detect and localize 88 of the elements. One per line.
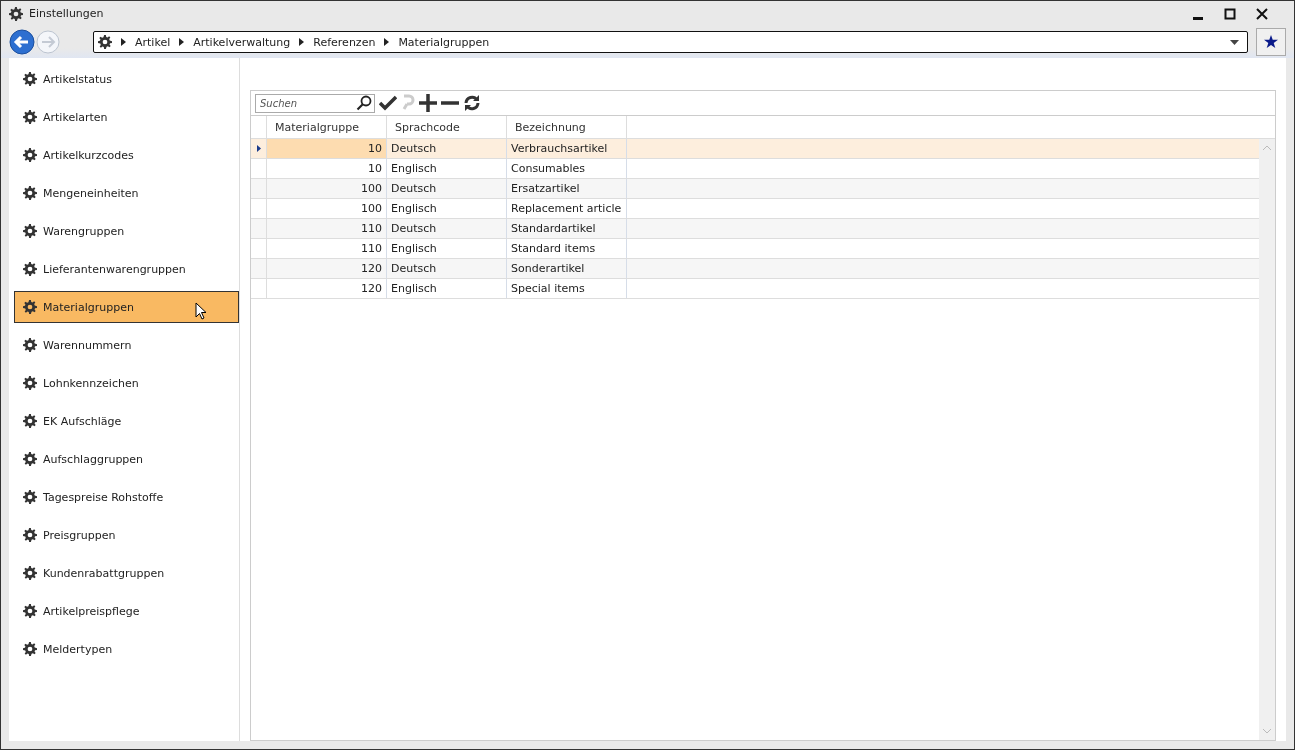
mouse-pointer-icon: [195, 302, 207, 320]
table-cell: Englisch: [387, 199, 507, 218]
sidebar-item[interactable]: Artikelpreispflege: [14, 595, 239, 627]
breadcrumb-item[interactable]: Referenzen: [313, 35, 376, 49]
sidebar-item[interactable]: Materialgruppen: [14, 291, 239, 323]
table-cell: Consumables: [507, 159, 627, 178]
star-icon: [1264, 35, 1278, 49]
table-cell: Deutsch: [387, 219, 507, 238]
column-header[interactable]: Bezeichnung: [507, 116, 627, 138]
chevron-right-icon: [384, 38, 390, 46]
gear-icon: [23, 414, 37, 428]
breadcrumb-bar[interactable]: Artikel Artikelverwaltung Referenzen Materialgruppen: [93, 31, 1248, 53]
sidebar-item[interactable]: Warengruppen: [14, 215, 239, 247]
search-field[interactable]: Suchen: [255, 93, 375, 113]
maximize-icon[interactable]: [1224, 7, 1236, 20]
chevron-right-icon: [121, 38, 126, 46]
sidebar-item[interactable]: Warennummern: [14, 329, 239, 361]
sidebar-item[interactable]: Kundenrabattgruppen: [14, 557, 239, 589]
table-cell: Englisch: [387, 239, 507, 258]
gear-icon: [23, 376, 37, 390]
table-cell: 120: [267, 279, 387, 298]
column-header[interactable]: Sprachcode: [387, 116, 507, 138]
sidebar-item[interactable]: EK Aufschläge: [14, 405, 239, 437]
gear-icon: [23, 300, 37, 314]
table-cell: Verbrauchsartikel: [507, 139, 627, 158]
table-row[interactable]: 110 Deutsch Standardartikel: [251, 219, 1259, 239]
sidebar-item[interactable]: Aufschlaggruppen: [14, 443, 239, 475]
breadcrumb-item[interactable]: Artikelverwaltung: [193, 35, 291, 49]
row-pointer-icon: [256, 145, 261, 152]
table-cell: Replacement article: [507, 199, 627, 218]
table-row[interactable]: 120 Englisch Special items: [251, 279, 1259, 299]
gear-icon: [23, 72, 37, 86]
gear-icon: [23, 338, 37, 352]
gear-icon: [23, 452, 37, 466]
sidebar-item[interactable]: Meldertypen: [14, 633, 239, 665]
chevron-right-icon: [179, 38, 185, 46]
table-row[interactable]: 100 Deutsch Ersatzartikel: [251, 179, 1259, 199]
sidebar-item[interactable]: Lohnkennzeichen: [14, 367, 239, 399]
sidebar-item[interactable]: Lieferantenwarengruppen: [14, 253, 239, 285]
table-cell: 100: [267, 179, 387, 198]
table-row[interactable]: 120 Deutsch Sonderartikel: [251, 259, 1259, 279]
gear-icon: [23, 262, 37, 276]
sidebar-item[interactable]: Tagespreise Rohstoffe: [14, 481, 239, 513]
chevron-right-icon: [299, 38, 305, 46]
plus-icon[interactable]: [419, 94, 437, 112]
table-cell: 10: [267, 139, 387, 158]
table-cell: 110: [267, 239, 387, 258]
sidebar-item[interactable]: Artikelkurzcodes: [14, 139, 239, 171]
gear-icon: [23, 110, 37, 124]
favorite-button[interactable]: [1256, 28, 1286, 56]
table-cell: Deutsch: [387, 259, 507, 278]
table-cell: 110: [267, 219, 387, 238]
search-icon[interactable]: [356, 94, 372, 111]
breadcrumb-gear-icon: [98, 35, 112, 49]
gear-icon: [23, 528, 37, 542]
gear-icon: [23, 604, 37, 618]
table-cell: 100: [267, 199, 387, 218]
breadcrumb-item[interactable]: Artikel: [135, 35, 171, 49]
sidebar-item[interactable]: Preisgruppen: [14, 519, 239, 551]
gear-icon: [23, 490, 37, 504]
table-cell: Deutsch: [387, 139, 507, 158]
refresh-icon[interactable]: [463, 94, 481, 112]
gear-icon: [23, 224, 37, 238]
close-icon[interactable]: [1256, 7, 1268, 20]
sidebar-item[interactable]: Artikelarten: [14, 101, 239, 133]
table-cell: Special items: [507, 279, 627, 298]
table-cell: Standardartikel: [507, 219, 627, 238]
table-cell: Deutsch: [387, 179, 507, 198]
sidebar-item[interactable]: Artikelstatus: [14, 63, 239, 95]
breadcrumb-item[interactable]: Materialgruppen: [398, 35, 490, 49]
gear-icon: [23, 566, 37, 580]
table-cell: Englisch: [387, 279, 507, 298]
sidebar-item[interactable]: Mengeneinheiten: [14, 177, 239, 209]
checkmark-icon[interactable]: [379, 95, 397, 111]
app-gear-icon: [9, 6, 23, 21]
table-cell: Englisch: [387, 159, 507, 178]
gear-icon: [23, 148, 37, 162]
table-cell: Sonderartikel: [507, 259, 627, 278]
table-row[interactable]: 10 Deutsch Verbrauchsartikel: [251, 139, 1259, 159]
table-cell: 120: [267, 259, 387, 278]
gear-icon: [23, 186, 37, 200]
table-cell: Ersatzartikel: [507, 179, 627, 198]
gear-icon: [23, 642, 37, 656]
window-title: Einstellungen: [29, 7, 104, 20]
table-cell: 10: [267, 159, 387, 178]
dropdown-caret-icon[interactable]: [1230, 39, 1239, 45]
table-cell: Standard items: [507, 239, 627, 258]
column-header[interactable]: Materialgruppe: [267, 116, 387, 138]
